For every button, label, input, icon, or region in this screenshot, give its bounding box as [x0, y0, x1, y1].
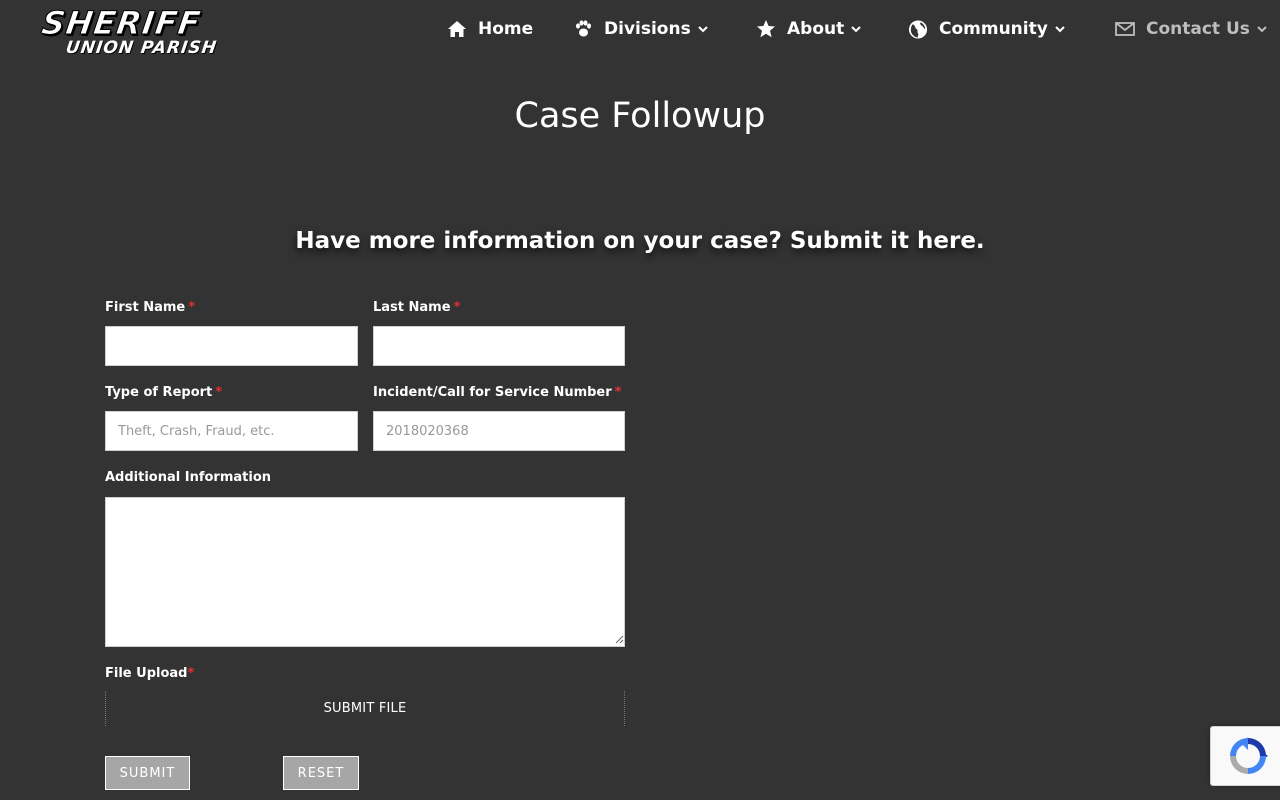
- additional-info-textarea[interactable]: [105, 497, 625, 647]
- site-header: SHERIFF UNION PARISH Home Divisions Abou…: [0, 0, 1280, 60]
- resize-handle-icon[interactable]: [614, 634, 624, 644]
- nav-label-contact-us: Contact Us: [1146, 19, 1250, 39]
- incident-number-label: Incident/Call for Service Number *: [373, 385, 621, 400]
- chevron-down-icon: [697, 23, 709, 35]
- additional-info-label: Additional Information: [105, 470, 272, 485]
- submit-file-button[interactable]: SUBMIT FILE: [105, 691, 625, 726]
- required-marker: *: [453, 300, 461, 315]
- submit-file-label: SUBMIT FILE: [323, 701, 407, 716]
- page-subtitle: Have more information on your case? Subm…: [295, 228, 985, 254]
- nav-item-home[interactable]: Home: [447, 14, 533, 44]
- first-name-input[interactable]: [105, 326, 358, 366]
- required-marker: *: [215, 385, 223, 400]
- nav-label-community: Community: [939, 19, 1048, 39]
- nav-item-divisions[interactable]: Divisions: [573, 14, 709, 44]
- file-upload-label-text: File Upload: [105, 666, 188, 681]
- page-title: Case Followup: [514, 96, 766, 136]
- nav-item-contact-us[interactable]: Contact Us: [1115, 14, 1268, 44]
- nav-label-home: Home: [478, 19, 534, 39]
- nav-label-about: About: [787, 19, 845, 39]
- required-marker: *: [188, 300, 196, 315]
- envelope-icon: [1115, 19, 1135, 39]
- globe-icon: [908, 19, 928, 39]
- chevron-down-icon: [850, 23, 862, 35]
- report-type-label: Type of Report *: [105, 385, 222, 400]
- paw-icon: [573, 19, 593, 39]
- chevron-down-icon: [1256, 23, 1268, 35]
- file-upload-label: File Upload*: [105, 666, 194, 681]
- required-marker: *: [614, 385, 622, 400]
- star-icon: [756, 19, 776, 39]
- submit-button[interactable]: SUBMIT: [105, 756, 190, 790]
- recaptcha-badge[interactable]: [1210, 726, 1280, 786]
- incident-number-label-text: Incident/Call for Service Number: [373, 385, 612, 400]
- first-name-label-text: First Name: [105, 300, 186, 315]
- last-name-input[interactable]: [373, 326, 625, 366]
- required-marker: *: [187, 666, 195, 681]
- main-nav: Home Divisions About Community Contact U…: [0, 14, 1280, 44]
- incident-number-input[interactable]: [373, 411, 625, 451]
- nav-item-about[interactable]: About: [756, 14, 862, 44]
- chevron-down-icon: [1054, 23, 1066, 35]
- nav-item-community[interactable]: Community: [908, 14, 1066, 44]
- reset-button[interactable]: RESET: [283, 756, 359, 790]
- nav-label-divisions: Divisions: [604, 19, 691, 39]
- recaptcha-icon: [1230, 737, 1268, 774]
- report-type-label-text: Type of Report: [105, 385, 213, 400]
- report-type-input[interactable]: [105, 411, 358, 451]
- last-name-label: Last Name *: [373, 300, 460, 315]
- first-name-label: First Name *: [105, 300, 195, 315]
- last-name-label-text: Last Name: [373, 300, 451, 315]
- home-icon: [447, 19, 467, 39]
